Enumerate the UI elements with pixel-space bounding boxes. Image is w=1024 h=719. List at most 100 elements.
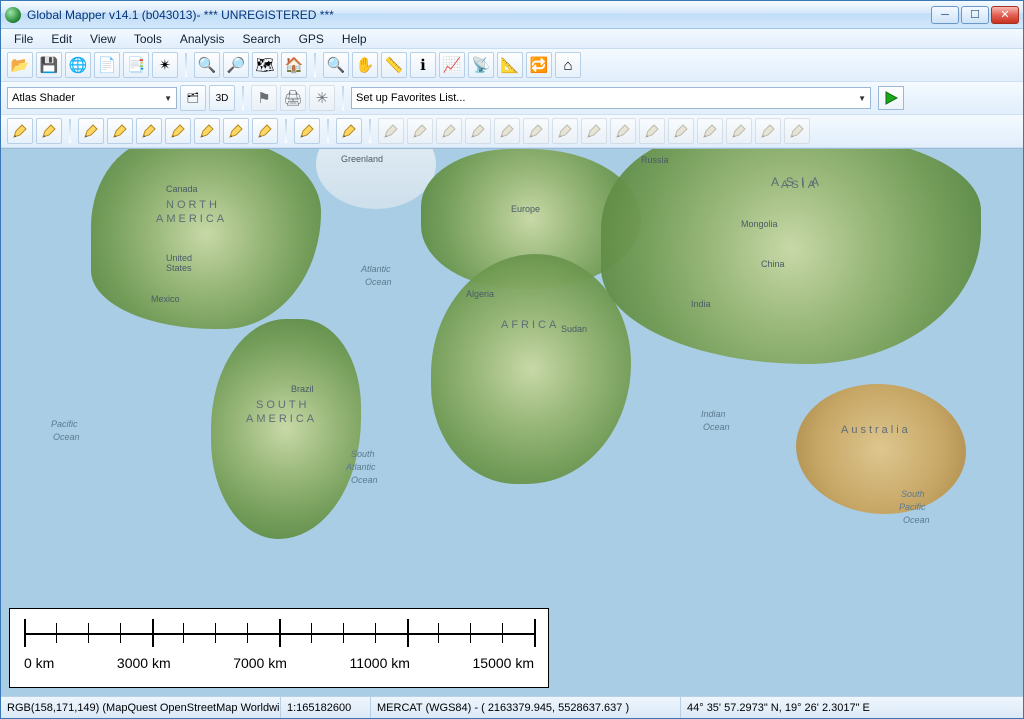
flag-icon[interactable]: ⚑ xyxy=(251,85,277,111)
close-button[interactable]: ✕ xyxy=(991,6,1019,24)
edit-6-icon[interactable] xyxy=(523,118,549,144)
menu-bar: FileEditViewToolsAnalysisSearchGPSHelp xyxy=(1,29,1023,49)
share-icon[interactable]: ✳ xyxy=(309,85,335,111)
favorites-placeholder: Set up Favorites List... xyxy=(356,92,465,104)
globe-icon[interactable]: 🌐 xyxy=(65,52,91,78)
export-icon[interactable]: 📄 xyxy=(94,52,120,78)
digitize-3-icon[interactable] xyxy=(78,118,104,144)
scale-bar: 0 km3000 km7000 km11000 km15000 km xyxy=(9,608,549,688)
digitize-10-icon[interactable] xyxy=(294,118,320,144)
app-icon xyxy=(5,7,21,23)
edit-10-icon[interactable] xyxy=(639,118,665,144)
separator xyxy=(242,86,244,110)
menu-gps[interactable]: GPS xyxy=(290,30,333,48)
save-icon[interactable]: 💾 xyxy=(36,52,62,78)
map-label: Pacific xyxy=(51,419,78,429)
3d-icon[interactable]: 3D xyxy=(209,85,235,111)
title-bar: Global Mapper v14.1 (b043013)- *** UNREG… xyxy=(1,1,1023,29)
map-label: NORTH xyxy=(166,199,220,211)
info-icon[interactable]: ℹ xyxy=(410,52,436,78)
map-label: SOUTH xyxy=(256,399,310,411)
edit-11-icon[interactable] xyxy=(668,118,694,144)
edit-4-icon[interactable] xyxy=(465,118,491,144)
zoom-tool-icon[interactable]: 🔍 xyxy=(323,52,349,78)
edit-2-icon[interactable] xyxy=(407,118,433,144)
swap-icon[interactable]: 🔁 xyxy=(526,52,552,78)
separator xyxy=(342,86,344,110)
status-projection: MERCAT (WGS84) - ( 2163379.945, 5528637.… xyxy=(371,697,681,718)
digitize-4-icon[interactable] xyxy=(107,118,133,144)
pan-hand-icon[interactable]: ✋ xyxy=(352,52,378,78)
digitize-8-icon[interactable] xyxy=(223,118,249,144)
zoom-full-icon[interactable]: 🗺 xyxy=(252,52,278,78)
menu-edit[interactable]: Edit xyxy=(42,30,81,48)
map-label: Algeria xyxy=(466,289,494,299)
map-label: India xyxy=(691,299,711,309)
map-label: Atlantic xyxy=(361,264,391,274)
separator xyxy=(369,119,371,143)
menu-help[interactable]: Help xyxy=(333,30,376,48)
map-label: AMERICA xyxy=(246,413,317,425)
map-label: Russia xyxy=(641,155,669,165)
digitize-5-icon[interactable] xyxy=(136,118,162,144)
map-label: A S I A xyxy=(771,175,821,189)
antenna-icon[interactable]: 📡 xyxy=(468,52,494,78)
scale-label: 3000 km xyxy=(117,655,171,671)
favorites-select[interactable]: Set up Favorites List... ▼ xyxy=(351,87,871,109)
map-label: Greenland xyxy=(341,154,383,164)
status-rgb: RGB(158,171,149) (MapQuest OpenStreetMap… xyxy=(1,697,281,718)
home-icon[interactable]: 🏠 xyxy=(281,52,307,78)
map-viewport[interactable]: NORTHAMERICASOUTHAMERICAAFRICAASIAAustra… xyxy=(1,148,1023,696)
zoom-out-icon[interactable]: 🔎 xyxy=(223,52,249,78)
scale-label: 11000 km xyxy=(349,655,409,671)
digitize-7-icon[interactable] xyxy=(194,118,220,144)
measure-icon[interactable]: 📏 xyxy=(381,52,407,78)
separator xyxy=(314,53,316,77)
map-label: Indian xyxy=(701,409,726,419)
menu-file[interactable]: File xyxy=(5,30,42,48)
map-label: AMERICA xyxy=(156,213,227,225)
shader-select[interactable]: Atlas Shader ▼ xyxy=(7,87,177,109)
edit-14-icon[interactable] xyxy=(755,118,781,144)
go-online-icon[interactable]: 📈 xyxy=(439,52,465,78)
edit-1-icon[interactable] xyxy=(378,118,404,144)
snap-icon[interactable]: ✴ xyxy=(152,52,178,78)
digitize-2-icon[interactable] xyxy=(36,118,62,144)
digitize-1-icon[interactable] xyxy=(7,118,33,144)
menu-tools[interactable]: Tools xyxy=(125,30,171,48)
edit-13-icon[interactable] xyxy=(726,118,752,144)
menu-analysis[interactable]: Analysis xyxy=(171,30,234,48)
map-label: China xyxy=(761,259,785,269)
digitize-9-icon[interactable] xyxy=(252,118,278,144)
map-label: Europe xyxy=(511,204,540,214)
map-label: Ocean xyxy=(365,277,392,287)
zoom-in-icon[interactable]: 🔍 xyxy=(194,52,220,78)
edit-8-icon[interactable] xyxy=(581,118,607,144)
ruler-icon[interactable]: 📐 xyxy=(497,52,523,78)
maximize-button[interactable]: ☐ xyxy=(961,6,989,24)
route-icon[interactable]: ⌂ xyxy=(555,52,581,78)
map-label: Brazil xyxy=(291,384,314,394)
edit-12-icon[interactable] xyxy=(697,118,723,144)
map-label: AFRICA xyxy=(501,319,559,331)
play-button[interactable] xyxy=(878,86,904,110)
menu-view[interactable]: View xyxy=(81,30,125,48)
configure-icon[interactable]: 📑 xyxy=(123,52,149,78)
scale-label: 15000 km xyxy=(473,655,534,671)
edit-9-icon[interactable] xyxy=(610,118,636,144)
separator xyxy=(69,119,71,143)
open-folder-icon[interactable]: 📂 xyxy=(7,52,33,78)
print-icon[interactable]: 🖨 xyxy=(280,85,306,111)
minimize-button[interactable]: ─ xyxy=(931,6,959,24)
scale-label: 0 km xyxy=(24,655,54,671)
layers-icon[interactable]: 🗂 xyxy=(180,85,206,111)
digitize-6-icon[interactable] xyxy=(165,118,191,144)
edit-3-icon[interactable] xyxy=(436,118,462,144)
edit-7-icon[interactable] xyxy=(552,118,578,144)
menu-search[interactable]: Search xyxy=(234,30,290,48)
map-label: Mongolia xyxy=(741,219,778,229)
digitize-11-icon[interactable] xyxy=(336,118,362,144)
edit-15-icon[interactable] xyxy=(784,118,810,144)
edit-5-icon[interactable] xyxy=(494,118,520,144)
map-label: States xyxy=(166,263,192,273)
